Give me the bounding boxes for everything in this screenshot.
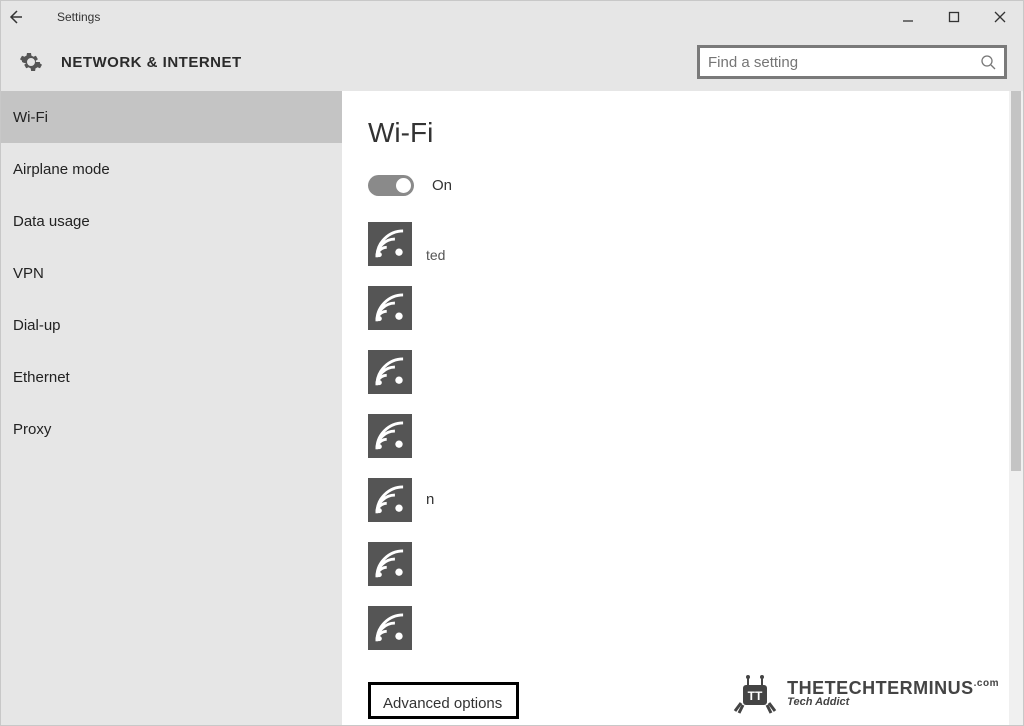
maximize-button[interactable] <box>931 1 977 33</box>
sidebar-item-vpn[interactable]: VPN <box>1 247 342 299</box>
scrollbar-thumb[interactable] <box>1011 91 1021 471</box>
category-heading: NETWORK & INTERNET <box>61 54 242 71</box>
wifi-secure-icon <box>368 478 412 522</box>
sidebar-item-ethernet[interactable]: Ethernet <box>1 351 342 403</box>
wifi-secure-icon <box>368 542 412 586</box>
wifi-panel: Wi-Fi On <box>342 91 1009 725</box>
wifi-secure-icon <box>368 350 412 394</box>
sidebar-item-label: Wi-Fi <box>13 109 48 126</box>
advanced-options-link[interactable]: Advanced options <box>368 682 519 719</box>
wifi-secure-icon <box>368 222 412 266</box>
wifi-secure-icon <box>368 414 412 458</box>
page-title: Wi-Fi <box>368 117 983 149</box>
network-item[interactable]: n <box>368 478 983 522</box>
network-ssid-fragment: n <box>426 491 434 508</box>
sidebar-item-label: VPN <box>13 265 44 282</box>
body: Wi-Fi Airplane mode Data usage VPN Dial-… <box>1 91 1023 725</box>
sidebar-item-label: Dial-up <box>13 317 61 334</box>
sidebar-item-label: Proxy <box>13 421 51 438</box>
sidebar-item-airplane[interactable]: Airplane mode <box>1 143 342 195</box>
scrollbar[interactable] <box>1009 91 1023 725</box>
titlebar: Settings <box>1 1 1023 33</box>
content-area: Wi-Fi On <box>342 91 1023 725</box>
window-title: Settings <box>57 10 100 24</box>
sidebar-item-label: Airplane mode <box>13 161 110 178</box>
sidebar: Wi-Fi Airplane mode Data usage VPN Dial-… <box>1 91 342 725</box>
sidebar-item-label: Data usage <box>13 213 90 230</box>
search-icon <box>980 54 996 70</box>
close-button[interactable] <box>977 1 1023 33</box>
minimize-button[interactable] <box>885 1 931 33</box>
wifi-toggle-row: On <box>368 175 983 196</box>
advanced-options-label: Advanced options <box>383 695 502 712</box>
search-input[interactable] <box>708 54 980 71</box>
back-button[interactable] <box>7 9 35 25</box>
settings-window: Settings NETWORK & INTERNET <box>0 0 1024 726</box>
network-list: ted <box>368 222 983 650</box>
search-box[interactable] <box>697 45 1007 79</box>
wifi-toggle-label: On <box>432 177 452 194</box>
wifi-secure-icon <box>368 606 412 650</box>
network-item[interactable] <box>368 286 983 330</box>
sidebar-item-label: Ethernet <box>13 369 70 386</box>
network-item[interactable] <box>368 414 983 458</box>
network-item[interactable] <box>368 542 983 586</box>
network-item[interactable]: ted <box>368 222 983 266</box>
sidebar-item-proxy[interactable]: Proxy <box>1 403 342 455</box>
wifi-secure-icon <box>368 286 412 330</box>
wifi-toggle[interactable] <box>368 175 414 196</box>
gear-icon <box>19 50 43 74</box>
sidebar-item-data-usage[interactable]: Data usage <box>1 195 342 247</box>
network-status-fragment: ted <box>426 247 445 263</box>
network-item[interactable] <box>368 606 983 650</box>
toggle-knob <box>396 178 411 193</box>
sidebar-item-dialup[interactable]: Dial-up <box>1 299 342 351</box>
header: NETWORK & INTERNET <box>1 33 1023 91</box>
sidebar-item-wifi[interactable]: Wi-Fi <box>1 91 342 143</box>
network-item[interactable] <box>368 350 983 394</box>
